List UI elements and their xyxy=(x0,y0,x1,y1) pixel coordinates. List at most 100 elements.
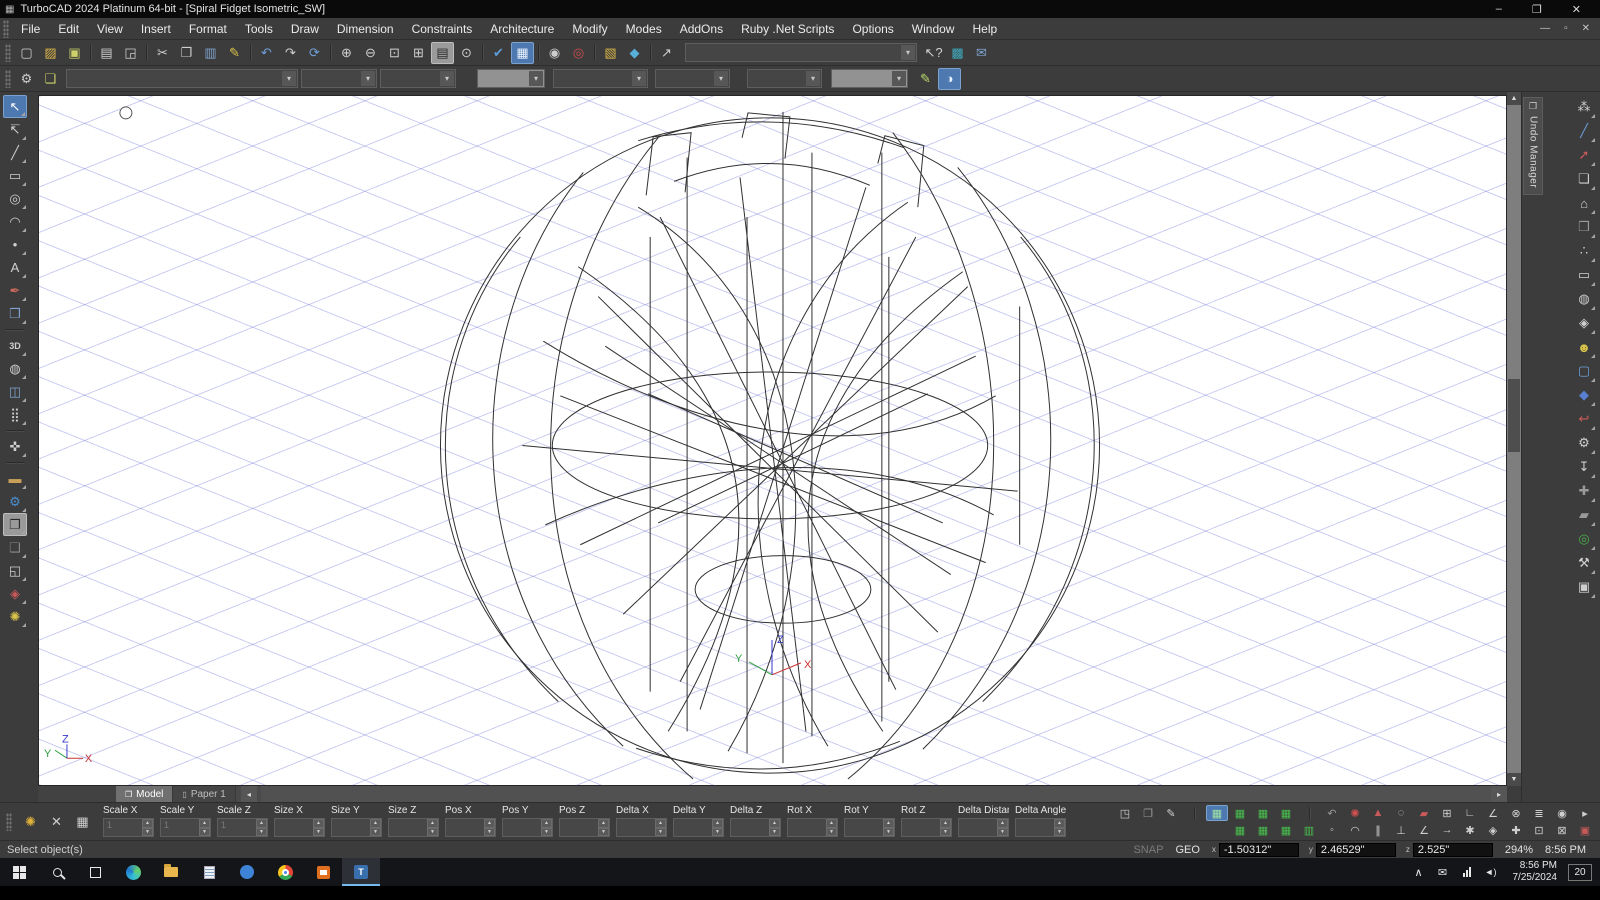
toolbar-grip[interactable] xyxy=(5,44,11,62)
circle-tool[interactable]: ◎ xyxy=(3,187,27,210)
inspector-field[interactable]: Delta Z ▲▼ xyxy=(727,803,784,840)
start-button[interactable] xyxy=(0,858,38,886)
calculator-button[interactable]: ▦ xyxy=(72,811,93,832)
zoom-out-button[interactable]: ⊖ xyxy=(359,42,382,64)
paste-button[interactable]: ▥ xyxy=(199,42,222,64)
block-tool[interactable]: ▰ xyxy=(1572,503,1596,527)
symbol-palette-button[interactable]: ▧ xyxy=(599,42,622,64)
bend-tool[interactable]: ↩ xyxy=(1572,407,1596,431)
named-view-combo[interactable]: ▾ xyxy=(685,43,917,62)
line-style-combo[interactable]: ▾ xyxy=(655,69,730,88)
tab-scroll-right-button[interactable]: ▸ xyxy=(1491,786,1507,802)
new-file-button[interactable]: ▢ xyxy=(15,42,38,64)
turbocad-taskbar-button[interactable]: T xyxy=(342,858,380,886)
inspector-field[interactable]: Pos X ▲▼ xyxy=(442,803,499,840)
inspector-field[interactable]: Rot X ▲▼ xyxy=(784,803,841,840)
tab-scroll-left-button[interactable]: ◂ xyxy=(241,786,257,802)
export-view-button[interactable]: ↗ xyxy=(655,42,678,64)
undo-point-button[interactable]: ↶ xyxy=(1321,805,1343,821)
selector-3d-button[interactable]: ▣ xyxy=(1574,822,1596,838)
insert-object-tool[interactable]: ❒ xyxy=(3,302,27,325)
solid-boolean-tool[interactable]: ◫ xyxy=(3,380,27,403)
file-explorer-button[interactable] xyxy=(152,858,190,886)
taskbar-clock[interactable]: 8:56 PM 7/25/2024 xyxy=(1504,860,1567,884)
inspector-field[interactable]: Scale Y 1 ▲▼ xyxy=(157,803,214,840)
frame-snap-button[interactable]: ▰ xyxy=(1413,805,1435,821)
divide-snap-button[interactable]: ◦ xyxy=(1321,822,1343,838)
drawing-canvas[interactable]: Z Y X Y Z X xyxy=(38,95,1507,786)
search-button[interactable] xyxy=(38,858,76,886)
value-spinner[interactable]: ▲▼ xyxy=(274,818,325,837)
target-point-tool[interactable]: ◎ xyxy=(1572,527,1596,551)
stack-faces-tool[interactable]: ❒ xyxy=(1572,215,1596,239)
chain-select-button[interactable]: ⊗ xyxy=(1505,805,1527,821)
copy-profile-tool[interactable]: ❏ xyxy=(1572,167,1596,191)
array-tool[interactable]: ⣿ xyxy=(3,403,27,426)
doc-close-button[interactable]: ✕ xyxy=(1582,23,1590,34)
sketch-line-tool[interactable]: ╱ xyxy=(1572,119,1596,143)
outlook-button[interactable] xyxy=(304,858,342,886)
tab-paper-1[interactable]: ▯ Paper 1 xyxy=(173,786,235,802)
gem-solid-tool[interactable]: ◆ xyxy=(1572,383,1596,407)
cut-button[interactable]: ✂ xyxy=(151,42,174,64)
inspector-field[interactable]: Rot Y ▲▼ xyxy=(841,803,898,840)
perpendicular-snap-button[interactable]: ⊥ xyxy=(1390,822,1412,838)
style-manager-button[interactable]: ❏ xyxy=(39,68,62,90)
close-button[interactable]: ✕ xyxy=(1572,3,1581,16)
track-point-button[interactable]: ◈ xyxy=(1482,822,1504,838)
zoom-previous-button[interactable]: ⊙ xyxy=(455,42,478,64)
redo-all-button[interactable]: ⟳ xyxy=(303,42,326,64)
style-check-button[interactable]: ✎ xyxy=(914,68,937,90)
inspector-field[interactable]: Rot Z ▲▼ xyxy=(898,803,955,840)
extrude-tool[interactable]: ⌂ xyxy=(1572,191,1596,215)
polar-track-button[interactable]: ✚ xyxy=(1505,822,1527,838)
chrome-button[interactable] xyxy=(266,858,304,886)
snap-quadrant-button[interactable]: ▥ xyxy=(1298,822,1320,838)
value-spinner[interactable]: ▲▼ xyxy=(730,818,781,837)
doc-restore-button[interactable]: ▫ xyxy=(1564,23,1568,34)
inactive-window-tool[interactable]: ❑ xyxy=(3,536,27,559)
grid-toggle-button[interactable]: ▦ xyxy=(511,42,534,64)
workplane-by-world-button[interactable]: ▦ xyxy=(1206,805,1228,821)
workplane-by-view-button[interactable]: ▦ xyxy=(1275,805,1297,821)
spell-check-button[interactable]: ✔ xyxy=(487,42,510,64)
value-spinner[interactable]: 1 ▲▼ xyxy=(160,818,211,837)
table-button[interactable]: ⊞ xyxy=(1436,805,1458,821)
undo-button[interactable]: ↶ xyxy=(255,42,278,64)
deselect-button[interactable]: ✕ xyxy=(46,811,67,832)
object-track-button[interactable]: ⊡ xyxy=(1528,822,1550,838)
value-spinner[interactable]: ▲▼ xyxy=(1015,818,1066,837)
brush-style-combo[interactable]: ▾ xyxy=(380,69,456,88)
coordinate-field[interactable]: z 2.525" xyxy=(1406,843,1493,857)
text-style-combo[interactable]: ▾ xyxy=(831,69,908,88)
doc-minimize-button[interactable]: — xyxy=(1540,23,1550,34)
parallel-snap-button[interactable]: ∥ xyxy=(1367,822,1389,838)
redo-button[interactable]: ↷ xyxy=(279,42,302,64)
pen-color-combo[interactable]: ▾ xyxy=(301,69,377,88)
workplane-by-entity-button[interactable]: ▦ xyxy=(1252,805,1274,821)
gear-edit-tool[interactable]: ⚙ xyxy=(1572,431,1596,455)
undo-manager-tab[interactable]: ❐ Undo Manager xyxy=(1523,97,1543,195)
inspector-field[interactable]: Scale Z 1 ▲▼ xyxy=(214,803,271,840)
from-point-snap-button[interactable]: ✱ xyxy=(1459,822,1481,838)
pen-width-combo[interactable]: ▾ xyxy=(553,69,648,88)
material-tool[interactable]: ▬ xyxy=(3,467,27,490)
value-spinner[interactable]: ▲▼ xyxy=(673,818,724,837)
value-spinner[interactable]: ▲▼ xyxy=(844,818,895,837)
tray-chevron-button[interactable]: ∧ xyxy=(1408,858,1430,886)
plane-tool[interactable]: ▭ xyxy=(1572,263,1596,287)
copy-button[interactable]: ❐ xyxy=(175,42,198,64)
vertical-scrollbar[interactable]: ▲ ▼ xyxy=(1507,92,1521,802)
thicken-tool[interactable]: ✚ xyxy=(1572,479,1596,503)
line-weight-combo[interactable]: ▾ xyxy=(747,69,822,88)
revolve-tool[interactable]: ◍ xyxy=(1572,287,1596,311)
part-tree-button[interactable]: ≣ xyxy=(1528,805,1550,821)
magnetic-point-button[interactable]: ❐ xyxy=(1137,805,1159,821)
magic-wand-button[interactable]: ✺ xyxy=(1344,805,1366,821)
select-window-tool[interactable]: ◱ xyxy=(3,559,27,582)
network-icon[interactable] xyxy=(1456,858,1478,886)
snap-center-button[interactable]: ▦ xyxy=(1275,822,1297,838)
tangent-snap-button[interactable]: ◠ xyxy=(1344,822,1366,838)
inspector-field[interactable]: Size X ▲▼ xyxy=(271,803,328,840)
scroll-down-icon[interactable]: ▼ xyxy=(1507,773,1521,786)
